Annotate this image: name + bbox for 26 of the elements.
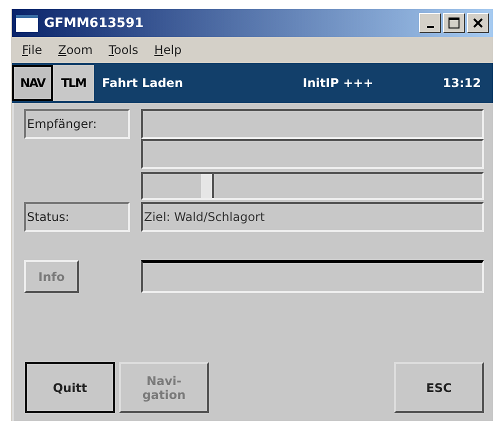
- menu-item[interactable]: Tools: [108, 43, 138, 57]
- slider-thumb[interactable]: [201, 174, 214, 198]
- maximize-icon: [448, 17, 460, 29]
- minimize-button[interactable]: [419, 13, 441, 33]
- menu-item[interactable]: File: [22, 43, 42, 57]
- mode-tab[interactable]: TLM: [53, 65, 94, 101]
- menu-item[interactable]: Zoom: [58, 43, 93, 57]
- escape-button[interactable]: ESC: [394, 362, 484, 413]
- slider-track[interactable]: [141, 172, 484, 200]
- status-field: Ziel: Wald/Schlagort: [141, 202, 484, 232]
- status-label: Status:: [24, 202, 130, 232]
- state-label: InitIP +++: [302, 76, 374, 90]
- app-icon: [16, 14, 38, 32]
- minimize-icon: [426, 26, 434, 28]
- window-title: GFMM613591: [44, 16, 145, 30]
- close-icon: [473, 18, 483, 28]
- job-label: Fahrt Laden: [102, 76, 184, 90]
- recipient-label: Empfänger:: [24, 109, 130, 139]
- recipient-field[interactable]: [141, 139, 484, 169]
- clock-label: 13:12: [442, 76, 481, 90]
- menu-item[interactable]: Help: [154, 43, 182, 57]
- quit-button[interactable]: Quitt: [25, 362, 115, 413]
- recipient-field[interactable]: [141, 109, 484, 139]
- close-button[interactable]: [467, 13, 489, 33]
- mode-tab[interactable]: NAV: [12, 65, 53, 101]
- maximize-button[interactable]: [443, 13, 465, 33]
